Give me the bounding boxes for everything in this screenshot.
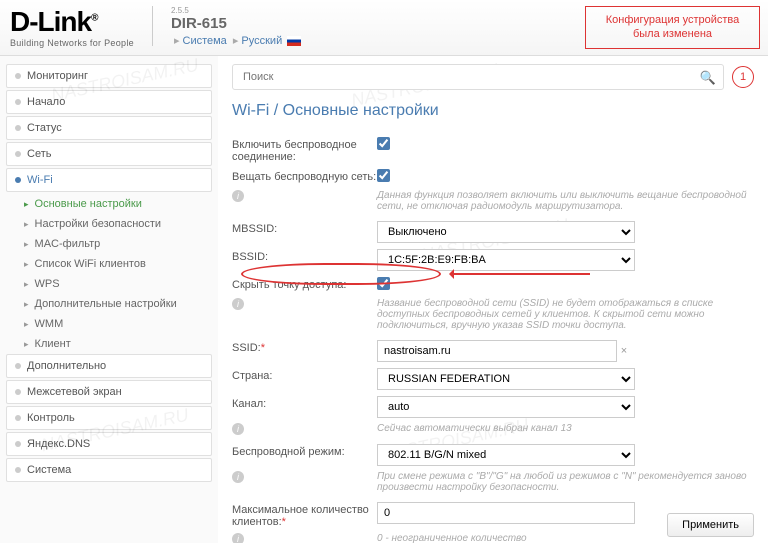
flag-icon xyxy=(287,36,301,46)
checkbox-enable[interactable] xyxy=(377,137,390,150)
info-mode: При смене режима с "B"/"G" на любой из р… xyxy=(377,471,754,493)
nav-wifi-client[interactable]: ▸Клиент xyxy=(6,334,212,354)
label-country: Страна: xyxy=(232,368,377,382)
header: D-Link® Building Networks for People 2.5… xyxy=(0,0,768,56)
label-enable: Включить беспроводное соединение: xyxy=(232,137,377,163)
config-changed-alert[interactable]: Конфигурация устройства была изменена xyxy=(585,6,760,49)
nav-monitoring[interactable]: Мониторинг xyxy=(6,64,212,88)
nav-start[interactable]: Начало xyxy=(6,90,212,114)
label-bssid: BSSID: xyxy=(232,249,377,263)
sidebar: Мониторинг Начало Статус Сеть Wi-Fi ▸Осн… xyxy=(0,56,218,543)
breadcrumb[interactable]: ▸Система ▸Русский xyxy=(171,34,301,47)
input-ssid[interactable] xyxy=(377,340,617,362)
select-channel[interactable]: auto xyxy=(377,396,635,418)
brand-tagline: Building Networks for People xyxy=(10,38,134,48)
nav-control[interactable]: Контроль xyxy=(6,406,212,430)
checkbox-hide-ap[interactable] xyxy=(377,277,390,290)
nav-wifi[interactable]: Wi-Fi xyxy=(6,168,212,192)
label-broadcast: Вещать беспроводную сеть: xyxy=(232,169,377,183)
info-channel: Сейчас автоматически выбран канал 13 xyxy=(377,423,754,434)
info-broadcast: Данная функция позволяет включить или вы… xyxy=(377,190,754,212)
label-channel: Канал: xyxy=(232,396,377,410)
info-icon: i xyxy=(232,533,244,543)
search-icon[interactable]: 🔍 xyxy=(700,70,716,86)
firmware-version: 2.5.5 xyxy=(171,6,301,15)
nav-wifi-mac[interactable]: ▸MAC-фильтр xyxy=(6,234,212,254)
nav-wifi-wps[interactable]: ▸WPS xyxy=(6,274,212,294)
select-mode[interactable]: 802.11 B/G/N mixed xyxy=(377,444,635,466)
nav-firewall[interactable]: Межсетевой экран xyxy=(6,380,212,404)
nav-yandexdns[interactable]: Яндекс.DNS xyxy=(6,432,212,456)
input-maxclients[interactable] xyxy=(377,502,635,524)
nav-status[interactable]: Статус xyxy=(6,116,212,140)
info-hide: Название беспроводной сети (SSID) не буд… xyxy=(377,298,754,331)
nav-wifi-wmm[interactable]: ▸WMM xyxy=(6,314,212,334)
nav-system[interactable]: Система xyxy=(6,458,212,482)
model-name: DIR-615 xyxy=(171,15,227,32)
nav-advanced[interactable]: Дополнительно xyxy=(6,354,212,378)
info-icon: i xyxy=(232,298,244,310)
notification-badge[interactable]: 1 xyxy=(732,66,754,88)
nav-wifi-clients[interactable]: ▸Список WiFi клиентов xyxy=(6,254,212,274)
nav-wifi-basic[interactable]: ▸Основные настройки xyxy=(6,194,212,214)
select-bssid[interactable]: 1C:5F:2B:E9:FB:BA xyxy=(377,249,635,271)
search-input[interactable] xyxy=(232,64,724,90)
select-country[interactable]: RUSSIAN FEDERATION xyxy=(377,368,635,390)
main-content: 🔍 1 Wi-Fi / Основные настройки Включить … xyxy=(218,56,768,543)
page-title: Wi-Fi / Основные настройки xyxy=(232,102,754,120)
label-hide: Скрыть точку доступа: xyxy=(232,277,377,291)
label-mode: Беспроводной режим: xyxy=(232,444,377,458)
label-mbssid: MBSSID: xyxy=(232,221,377,235)
apply-button[interactable]: Применить xyxy=(667,513,754,537)
clear-icon[interactable]: × xyxy=(617,345,631,357)
nav-wifi-security[interactable]: ▸Настройки безопасности xyxy=(6,214,212,234)
label-maxclients: Максимальное количество клиентов:* xyxy=(232,502,377,528)
nav-wifi-advanced[interactable]: ▸Дополнительные настройки xyxy=(6,294,212,314)
label-ssid: SSID:* xyxy=(232,340,377,354)
nav-network[interactable]: Сеть xyxy=(6,142,212,166)
info-icon: i xyxy=(232,190,244,202)
info-icon: i xyxy=(232,471,244,483)
info-icon: i xyxy=(232,423,244,435)
select-mbssid[interactable]: Выключено xyxy=(377,221,635,243)
checkbox-broadcast[interactable] xyxy=(377,169,390,182)
brand-logo: D-Link® xyxy=(10,6,134,38)
